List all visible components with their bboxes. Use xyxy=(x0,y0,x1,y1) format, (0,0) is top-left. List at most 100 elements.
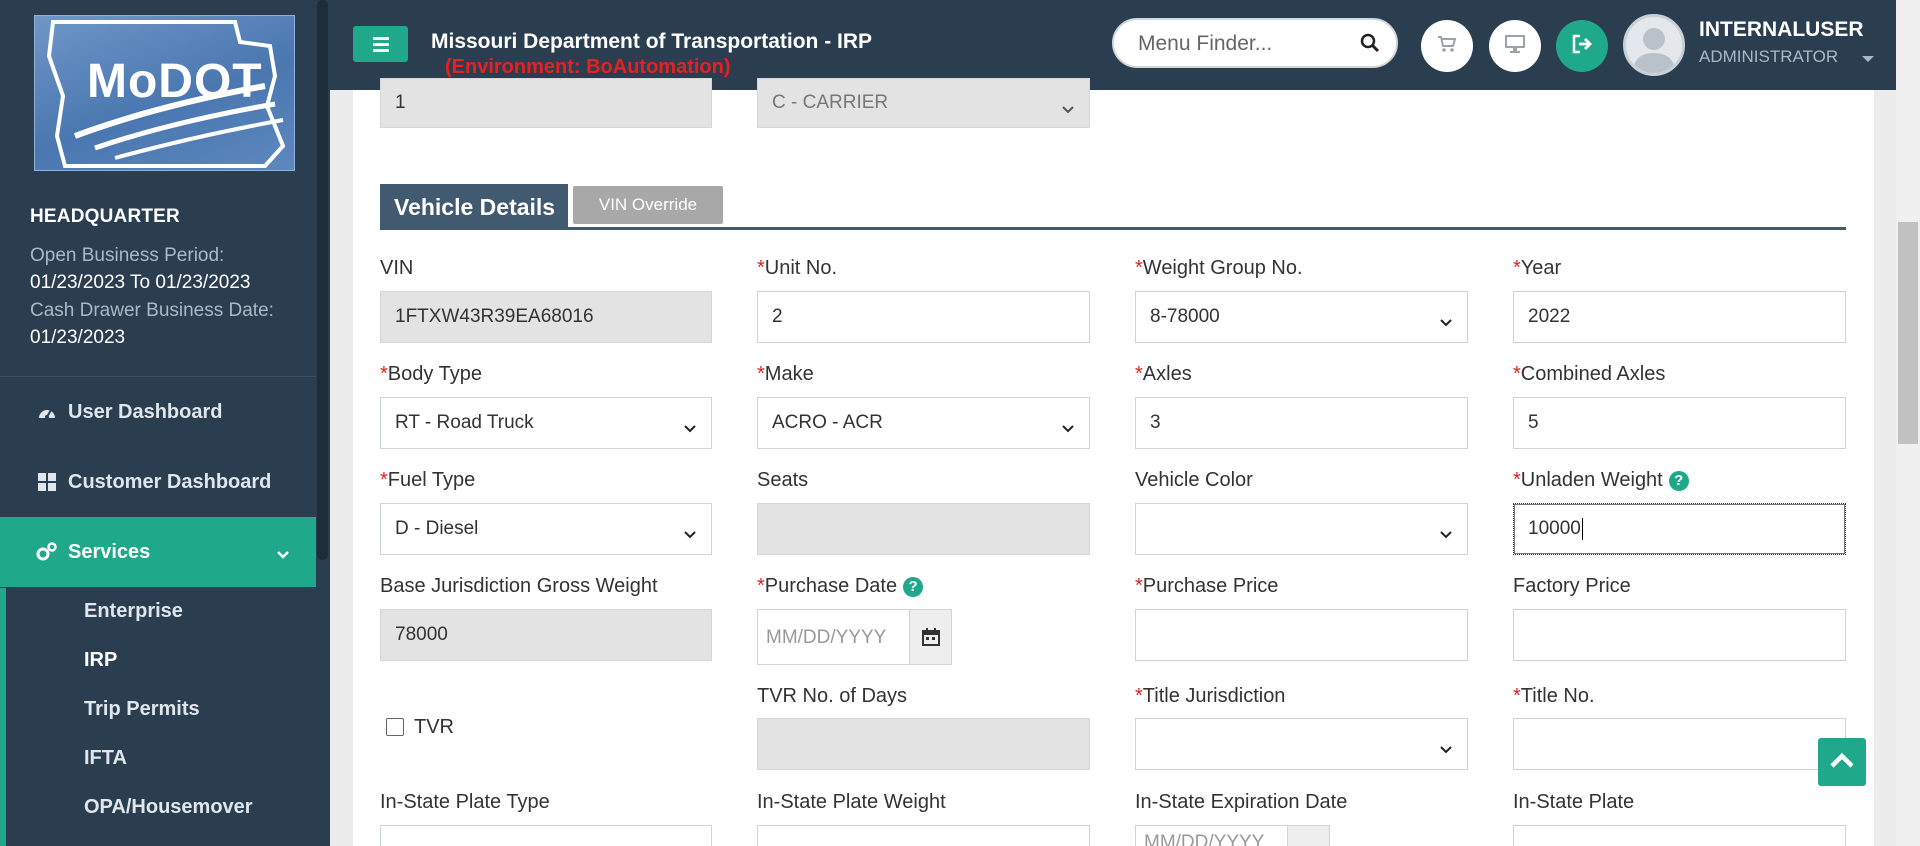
purchase-date-label: *Purchase Date? xyxy=(757,575,924,598)
cart-button[interactable] xyxy=(1421,20,1473,72)
chevron-down-icon xyxy=(1439,524,1453,546)
axles-field[interactable]: 3 xyxy=(1135,397,1468,449)
make-label: *Make xyxy=(757,363,814,385)
combined-axles-label: *Combined Axles xyxy=(1513,363,1666,385)
purchase-date-placeholder: MM/DD/YYYY xyxy=(766,627,887,648)
sidebar-scrollbar[interactable] xyxy=(317,0,328,560)
sub-item-enterprise[interactable]: Enterprise xyxy=(84,600,183,623)
section-divider xyxy=(380,227,1846,230)
cart-icon xyxy=(1437,35,1457,58)
combined-axles-field[interactable]: 5 xyxy=(1513,397,1846,449)
sub-item-ifta[interactable]: IFTA xyxy=(84,747,127,770)
open-period-label: Open Business Period: xyxy=(30,245,225,266)
vin-label: VIN xyxy=(380,257,414,279)
calendar-icon[interactable] xyxy=(909,610,951,664)
make-select[interactable]: ACRO - ACR xyxy=(757,397,1090,449)
unit-no-field[interactable]: 2 xyxy=(757,291,1090,343)
weight-group-label: *Weight Group No. xyxy=(1135,257,1303,279)
base-gross-weight-label: Base Jurisdiction Gross Weight xyxy=(380,575,658,597)
nav-user-dashboard[interactable]: User Dashboard xyxy=(0,381,316,443)
avatar[interactable] xyxy=(1623,14,1685,76)
menu-finder-input[interactable] xyxy=(1138,30,1358,58)
instate-expiration-placeholder: MM/DD/YYYY xyxy=(1144,832,1265,846)
services-submenu: Enterprise IRP Trip Permits IFTA OPA/Hou… xyxy=(0,588,330,846)
chevron-down-icon xyxy=(1439,312,1453,334)
chevron-down-icon xyxy=(683,524,697,546)
factory-price-field[interactable] xyxy=(1513,609,1846,661)
year-label: *Year xyxy=(1513,257,1562,279)
vehicle-color-select[interactable] xyxy=(1135,503,1468,555)
vin-field: 1FTXW43R39EA68016 xyxy=(380,291,712,343)
page-scrollbar-thumb[interactable] xyxy=(1898,222,1918,444)
body-type-value: RT - Road Truck xyxy=(395,412,534,433)
speedometer-icon xyxy=(36,401,58,423)
instate-plate-field[interactable] xyxy=(1513,825,1846,846)
user-name[interactable]: INTERNALUSER xyxy=(1699,18,1864,42)
scroll-to-top-button[interactable] xyxy=(1818,738,1866,786)
seats-label: Seats xyxy=(757,469,809,491)
instate-plate-weight-field[interactable] xyxy=(757,825,1090,846)
user-role[interactable]: ADMINISTRATOR xyxy=(1699,47,1838,67)
help-icon[interactable]: ? xyxy=(1668,470,1689,491)
year-field[interactable]: 2022 xyxy=(1513,291,1846,343)
sub-item-opa-housemover[interactable]: OPA/Housemover xyxy=(84,796,253,819)
purchase-date-picker[interactable]: MM/DD/YYYY xyxy=(757,609,952,665)
cash-drawer-label: Cash Drawer Business Date: xyxy=(30,300,274,321)
tvr-label: TVR xyxy=(414,716,454,738)
modot-logo: MoDOT xyxy=(34,15,295,171)
app-title: Missouri Department of Transportation - … xyxy=(431,30,873,53)
weight-group-select[interactable]: 8-78000 xyxy=(1135,291,1468,343)
unit-no-label: *Unit No. xyxy=(757,257,838,279)
nav-customer-dashboard[interactable]: Customer Dashboard xyxy=(0,451,316,513)
sidebar: MoDOT HEADQUARTER Open Business Period: … xyxy=(0,0,330,846)
body-type-label: *Body Type xyxy=(380,363,482,385)
fuel-type-label: *Fuel Type xyxy=(380,469,476,491)
chevron-up-icon xyxy=(1829,751,1855,774)
title-no-field[interactable] xyxy=(1513,718,1846,770)
sidebar-divider xyxy=(0,376,316,377)
top-field-1: 1 xyxy=(380,78,712,128)
monitor-button[interactable] xyxy=(1489,20,1541,72)
gears-icon xyxy=(36,541,58,563)
instate-expiration-picker[interactable]: MM/DD/YYYY xyxy=(1135,825,1330,846)
unladen-weight-field[interactable]: 10000 xyxy=(1513,503,1846,555)
weight-group-value: 8-78000 xyxy=(1150,306,1220,327)
chevron-down-icon xyxy=(1439,739,1453,761)
page-scrollbar[interactable] xyxy=(1896,0,1920,846)
logout-button[interactable] xyxy=(1556,20,1608,72)
chevron-down-icon xyxy=(276,543,290,566)
chevron-down-icon xyxy=(683,418,697,440)
instate-plate-type-select[interactable] xyxy=(380,825,712,846)
instate-expiration-label: In-State Expiration Date xyxy=(1135,791,1348,813)
tvr-days-field xyxy=(757,718,1090,770)
unladen-weight-value: 10000 xyxy=(1528,518,1581,539)
sub-item-trip-permits[interactable]: Trip Permits xyxy=(84,698,200,721)
body-type-select[interactable]: RT - Road Truck xyxy=(380,397,712,449)
sub-item-irp[interactable]: IRP xyxy=(84,649,117,672)
fuel-type-select[interactable]: D - Diesel xyxy=(380,503,712,555)
make-value: ACRO - ACR xyxy=(772,412,883,433)
vehicle-details-heading: Vehicle Details xyxy=(380,184,568,230)
purchase-price-label: *Purchase Price xyxy=(1135,575,1279,597)
help-icon[interactable]: ? xyxy=(903,576,924,597)
title-jurisdiction-label: *Title Jurisdiction xyxy=(1135,685,1286,707)
nav-user-dashboard-label: User Dashboard xyxy=(68,400,223,423)
menu-finder[interactable] xyxy=(1112,18,1398,68)
top-field-carrier-select: C - CARRIER xyxy=(757,78,1090,128)
grid-icon xyxy=(36,471,58,493)
seats-field xyxy=(757,503,1090,555)
hamburger-menu-button[interactable] xyxy=(353,26,408,62)
environment-label: (Environment: BoAutomation) xyxy=(445,56,731,78)
title-jurisdiction-select[interactable] xyxy=(1135,718,1468,770)
calendar-icon[interactable] xyxy=(1287,826,1329,846)
vin-override-button[interactable]: VIN Override xyxy=(573,186,723,224)
logo-text: MoDOT xyxy=(87,55,263,108)
nav-services[interactable]: Services xyxy=(0,517,316,587)
purchase-price-field[interactable] xyxy=(1135,609,1468,661)
user-menu-caret-icon[interactable] xyxy=(1862,56,1874,62)
title-no-label: *Title No. xyxy=(1513,685,1595,707)
tvr-checkbox[interactable] xyxy=(386,718,404,736)
vehicle-color-label: Vehicle Color xyxy=(1135,469,1253,491)
monitor-icon xyxy=(1504,34,1526,59)
search-icon[interactable] xyxy=(1360,33,1380,58)
